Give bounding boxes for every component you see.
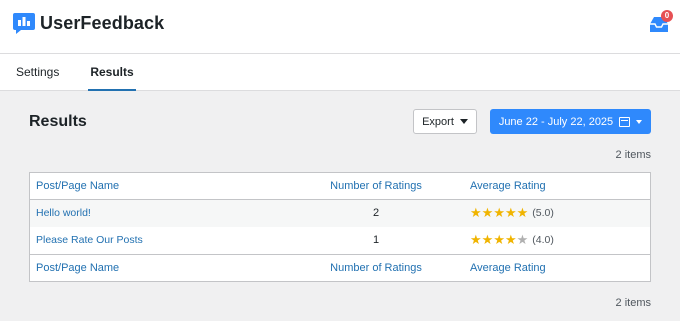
- chevron-down-icon: [636, 119, 643, 124]
- star-filled-icon: ★: [470, 232, 482, 247]
- top-bar: UserFeedback 0: [0, 0, 680, 54]
- calendar-icon: [619, 116, 631, 127]
- date-range-label: June 22 - July 22, 2025: [498, 115, 614, 128]
- star-filled-icon: ★: [493, 205, 505, 220]
- table-footer-row: Post/Page Name Number of Ratings Average…: [30, 254, 650, 281]
- table-header-row: Post/Page Name Number of Ratings Average…: [30, 173, 650, 200]
- star-filled-icon: ★: [470, 205, 482, 220]
- tab-bar: Settings Results: [0, 54, 680, 91]
- ratings-count: 1: [372, 234, 380, 246]
- star-rating: ★★★★★: [470, 226, 528, 255]
- post-link[interactable]: Please Rate Our Posts: [36, 227, 143, 254]
- export-button-label: Export: [422, 115, 454, 128]
- star-filled-icon: ★: [504, 205, 517, 220]
- average-rating: ★★★★★ (4.0): [470, 227, 554, 254]
- ratings-count: 2: [372, 207, 380, 219]
- userfeedback-logo-icon: [13, 13, 35, 34]
- chevron-down-icon: [459, 119, 468, 124]
- items-count: 2 items: [615, 297, 651, 309]
- brand-name: UserFeedback: [40, 13, 165, 33]
- results-table: Post/Page Name Number of Ratings Average…: [29, 172, 651, 282]
- star-filled-icon: ★: [504, 232, 517, 247]
- date-range-button[interactable]: June 22 - July 22, 2025: [490, 109, 651, 134]
- column-header-average-rating[interactable]: Average Rating: [470, 173, 546, 200]
- page-title: Results: [29, 113, 87, 130]
- average-rating: ★★★★★ (5.0): [470, 200, 554, 227]
- column-header-post-name[interactable]: Post/Page Name: [36, 173, 119, 200]
- items-count: 2 items: [615, 149, 651, 161]
- rating-score: (4.0): [532, 234, 554, 246]
- table-row: Please Rate Our Posts 1 ★★★★★ (4.0): [30, 227, 650, 254]
- column-footer-average-rating[interactable]: Average Rating: [470, 255, 546, 282]
- column-footer-post-name[interactable]: Post/Page Name: [36, 255, 119, 282]
- star-filled-icon: ★: [481, 205, 494, 220]
- star-rating: ★★★★★: [470, 199, 528, 228]
- tab-results[interactable]: Results: [88, 54, 136, 91]
- table-row: Hello world! 2 ★★★★★ (5.0): [30, 200, 650, 227]
- tab-settings[interactable]: Settings: [16, 54, 59, 90]
- star-filled-icon: ★: [493, 232, 505, 247]
- column-footer-number-of-ratings[interactable]: Number of Ratings: [308, 255, 444, 282]
- export-button[interactable]: Export: [413, 109, 477, 134]
- column-header-number-of-ratings[interactable]: Number of Ratings: [308, 173, 444, 200]
- rating-score: (5.0): [532, 207, 554, 219]
- star-empty-icon: ★: [516, 232, 529, 247]
- star-filled-icon: ★: [516, 205, 529, 220]
- star-filled-icon: ★: [481, 232, 494, 247]
- post-link[interactable]: Hello world!: [36, 200, 91, 227]
- notification-count-badge: 0: [661, 10, 673, 22]
